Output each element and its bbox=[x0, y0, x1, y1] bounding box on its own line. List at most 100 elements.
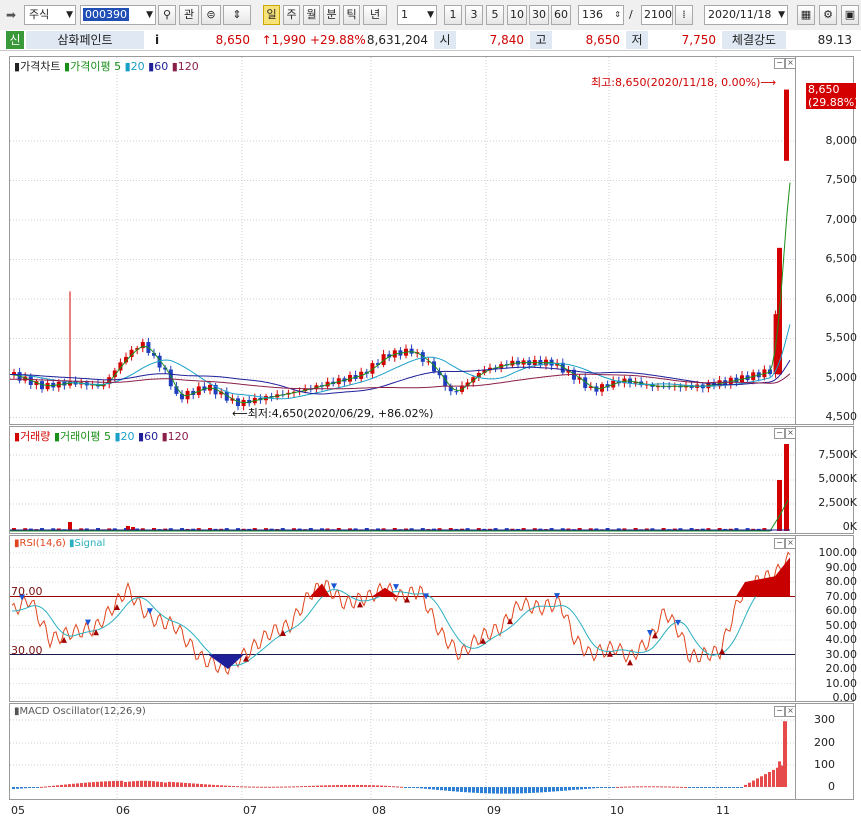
macd-bar bbox=[624, 786, 627, 788]
macd-bar bbox=[708, 787, 711, 788]
macd-bar bbox=[504, 787, 507, 794]
macd-tick: 200 bbox=[814, 736, 835, 749]
macd-bar bbox=[404, 787, 407, 788]
macd-bar bbox=[612, 787, 615, 788]
macd-bar bbox=[284, 786, 287, 788]
candle-body bbox=[454, 391, 459, 393]
volume-minimize-icon[interactable]: − bbox=[774, 428, 785, 439]
price-tick: 5,000 bbox=[825, 371, 858, 384]
macd-bar bbox=[344, 784, 347, 787]
macd-bar bbox=[180, 782, 183, 787]
macd-bar bbox=[360, 785, 363, 787]
volume-close-icon[interactable]: × bbox=[785, 428, 796, 439]
macd-bar bbox=[608, 787, 611, 788]
price-tick: 6,500 bbox=[825, 252, 858, 265]
macd-tick: 100 bbox=[814, 758, 835, 771]
rsi-signal-arrow bbox=[331, 583, 337, 590]
macd-bar bbox=[224, 785, 227, 787]
macd-bar bbox=[636, 786, 639, 788]
macd-bar bbox=[108, 781, 111, 787]
candle-body bbox=[784, 89, 789, 161]
rsi-oversold-fill bbox=[208, 654, 244, 669]
macd-bar bbox=[484, 787, 487, 794]
macd-bar bbox=[664, 786, 667, 788]
macd-minimize-icon[interactable]: − bbox=[774, 706, 785, 717]
month-label: 05 bbox=[11, 804, 25, 817]
month-label: 06 bbox=[116, 804, 130, 817]
macd-bar bbox=[704, 787, 707, 788]
ma5-line bbox=[9, 182, 791, 404]
macd-bar bbox=[532, 787, 535, 793]
rsi-tick: 30.00 bbox=[825, 647, 858, 661]
macd-bar bbox=[783, 721, 787, 787]
macd-bar bbox=[172, 782, 175, 787]
macd-bar bbox=[648, 786, 651, 788]
rsi-panel-title: RSI(14,6) bbox=[19, 538, 66, 549]
macd-bar bbox=[744, 784, 747, 787]
price-tick: 7,000 bbox=[825, 213, 858, 226]
high-annotation-text: 최고:8,650(2020/11/18, 0.00%) bbox=[591, 76, 761, 89]
macd-bar bbox=[272, 786, 275, 788]
macd-bar bbox=[276, 786, 279, 788]
macd-bar bbox=[260, 786, 263, 788]
macd-bar bbox=[32, 787, 35, 788]
macd-bar bbox=[208, 784, 211, 787]
price-close-icon[interactable]: × bbox=[785, 58, 796, 69]
macd-bar bbox=[268, 786, 271, 788]
macd-bar bbox=[464, 787, 467, 793]
rsi-tick: 80.00 bbox=[825, 575, 858, 588]
macd-bar bbox=[148, 780, 151, 787]
low-annotation: ⟵최저:4,650(2020/06/29, +86.02%) bbox=[232, 405, 433, 421]
macd-bar bbox=[12, 787, 15, 790]
rsi-line bbox=[11, 551, 791, 676]
macd-close-icon[interactable]: × bbox=[785, 706, 796, 717]
rsi-signal-label: Signal bbox=[74, 538, 106, 549]
rsi-close-icon[interactable]: × bbox=[785, 538, 796, 549]
macd-bar bbox=[496, 787, 499, 794]
macd-bar bbox=[164, 782, 167, 787]
rsi-tick: 10.00 bbox=[825, 676, 858, 690]
macd-bar bbox=[176, 782, 179, 787]
macd-bar bbox=[388, 785, 391, 787]
macd-bar bbox=[368, 785, 371, 787]
macd-bar bbox=[356, 784, 359, 787]
macd-bar bbox=[240, 786, 243, 788]
macd-bar bbox=[520, 787, 523, 794]
volume-ma-60: 60 bbox=[144, 430, 159, 443]
macd-bar bbox=[748, 782, 751, 787]
macd-bar bbox=[424, 787, 427, 789]
macd-bar bbox=[152, 781, 155, 787]
macd-bar bbox=[540, 787, 543, 793]
rsi-tick: 90.00 bbox=[825, 560, 858, 574]
macd-bar bbox=[144, 780, 147, 787]
price-tick: 4,500 bbox=[825, 410, 858, 423]
macd-bar bbox=[492, 787, 495, 794]
month-label: 10 bbox=[610, 804, 624, 817]
macd-bar bbox=[456, 787, 459, 792]
macd-bar bbox=[548, 787, 551, 792]
rsi-tick: 0.00 bbox=[832, 691, 858, 704]
rsi-minimize-icon[interactable]: − bbox=[774, 538, 785, 549]
macd-bar bbox=[476, 787, 479, 793]
macd-bar bbox=[84, 782, 87, 787]
macd-bar bbox=[572, 787, 575, 790]
macd-bar bbox=[236, 786, 239, 788]
macd-bar bbox=[724, 787, 727, 788]
rsi-signal-arrow bbox=[719, 648, 725, 655]
macd-bar bbox=[64, 784, 67, 787]
macd-bar bbox=[512, 787, 515, 794]
macd-bar bbox=[760, 776, 763, 787]
macd-bar bbox=[52, 785, 55, 787]
macd-bar bbox=[16, 787, 19, 789]
macd-bar bbox=[564, 787, 567, 791]
macd-bar bbox=[124, 782, 127, 787]
macd-bar bbox=[588, 787, 591, 789]
macd-bar bbox=[60, 784, 63, 787]
macd-bar bbox=[778, 761, 781, 787]
month-label: 11 bbox=[716, 804, 730, 817]
macd-bar bbox=[80, 783, 83, 787]
macd-bar bbox=[488, 787, 491, 794]
price-minimize-icon[interactable]: − bbox=[774, 58, 785, 69]
price-ma-120: 120 bbox=[177, 60, 199, 73]
macd-bar bbox=[436, 787, 439, 790]
